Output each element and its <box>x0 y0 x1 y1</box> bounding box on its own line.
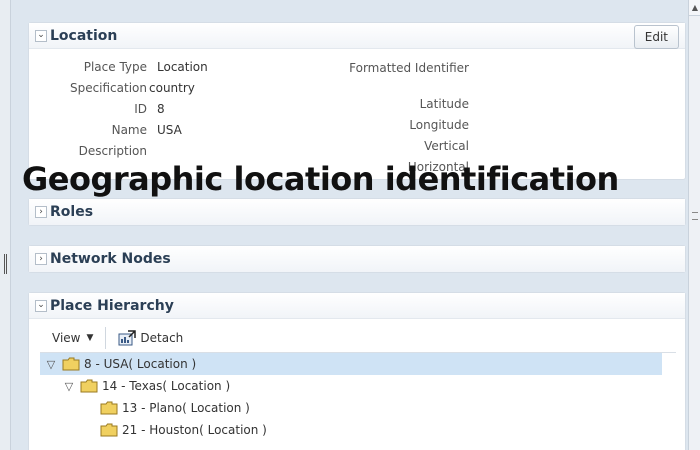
field-description: Description <box>29 144 157 158</box>
place-hierarchy-panel: ⌄ Place Hierarchy View ▼ Detach ▽ 8 - US… <box>28 292 686 450</box>
field-vertical: Vertical <box>349 139 469 153</box>
folder-icon <box>100 423 118 437</box>
view-menu-label: View <box>52 330 81 345</box>
field-id: ID 8 <box>29 102 165 116</box>
folder-icon <box>62 357 80 371</box>
tree-expanded-icon[interactable]: ▽ <box>62 380 76 393</box>
resize-grip-icon[interactable] <box>4 254 7 274</box>
field-label: Specification <box>69 81 147 95</box>
dropdown-caret-icon: ▼ <box>86 332 94 343</box>
field-label: Formatted Identifier <box>349 61 469 75</box>
tree-node-label: 21 - Houston( Location ) <box>122 423 267 437</box>
place-hierarchy-panel-header[interactable]: ⌄ Place Hierarchy <box>29 293 685 319</box>
field-label: Name <box>111 123 147 137</box>
detach-label: Detach <box>140 330 184 345</box>
scroll-thumb-grip-icon[interactable] <box>692 212 698 220</box>
folder-icon <box>80 379 98 393</box>
location-panel-title: Location <box>50 27 118 44</box>
field-label: ID <box>134 102 147 116</box>
location-panel-header[interactable]: ⌄ Location <box>29 23 685 49</box>
field-label: Vertical <box>424 139 469 153</box>
field-specification: Specification country <box>29 81 195 95</box>
expand-icon[interactable]: › <box>35 253 47 265</box>
field-latitude: Latitude <box>349 97 469 111</box>
field-label: Place Type <box>83 60 147 74</box>
detach-icon <box>118 329 137 345</box>
place-tree: ▽ 8 - USA( Location ) ▽ 14 - Texas( Loca… <box>40 353 662 441</box>
left-gutter <box>0 0 11 450</box>
roles-panel-title: Roles <box>50 204 94 220</box>
hierarchy-toolbar: View ▼ Detach <box>40 323 676 353</box>
field-formatted-identifier: Formatted Identifier <box>349 60 469 76</box>
field-label: Latitude <box>419 97 469 111</box>
location-panel: ⌄ Location Edit Place Type Location Spec… <box>28 22 686 180</box>
network-nodes-panel-header[interactable]: › Network Nodes <box>29 246 685 272</box>
folder-icon <box>100 401 118 415</box>
place-hierarchy-panel-title: Place Hierarchy <box>50 297 174 314</box>
field-value: 8 <box>157 102 165 116</box>
field-place-type: Place Type Location <box>29 60 208 74</box>
roles-panel: › Roles <box>28 198 686 226</box>
view-menu-button[interactable]: View ▼ <box>40 326 105 350</box>
tree-node[interactable]: 13 - Plano( Location ) <box>40 397 662 419</box>
expand-icon[interactable]: › <box>35 206 47 218</box>
field-label: Description <box>78 144 147 158</box>
network-nodes-panel: › Network Nodes <box>28 245 686 273</box>
field-longitude: Longitude <box>349 118 469 132</box>
field-value: USA <box>157 123 182 137</box>
tree-node[interactable]: 21 - Houston( Location ) <box>40 419 662 441</box>
vertical-scrollbar[interactable]: ▲ <box>688 0 700 450</box>
network-nodes-panel-title: Network Nodes <box>50 251 171 267</box>
roles-panel-header[interactable]: › Roles <box>29 199 685 225</box>
field-value: country <box>149 81 195 95</box>
tree-expanded-icon[interactable]: ▽ <box>44 358 58 371</box>
collapse-icon[interactable]: ⌄ <box>35 299 47 312</box>
tree-node-label: 8 - USA( Location ) <box>84 357 197 371</box>
field-name: Name USA <box>29 123 182 137</box>
scroll-up-arrow-icon[interactable]: ▲ <box>689 0 700 16</box>
edit-button[interactable]: Edit <box>633 25 679 49</box>
tree-node-label: 13 - Plano( Location ) <box>122 401 250 415</box>
overlay-title: Geographic location identification <box>22 160 619 198</box>
collapse-icon[interactable]: ⌄ <box>35 29 47 42</box>
tree-node[interactable]: ▽ 8 - USA( Location ) <box>40 353 662 375</box>
field-value: Location <box>157 60 208 74</box>
detach-button[interactable]: Detach <box>106 329 195 346</box>
tree-node[interactable]: ▽ 14 - Texas( Location ) <box>40 375 662 397</box>
tree-node-label: 14 - Texas( Location ) <box>102 379 231 393</box>
field-label: Longitude <box>409 118 469 132</box>
